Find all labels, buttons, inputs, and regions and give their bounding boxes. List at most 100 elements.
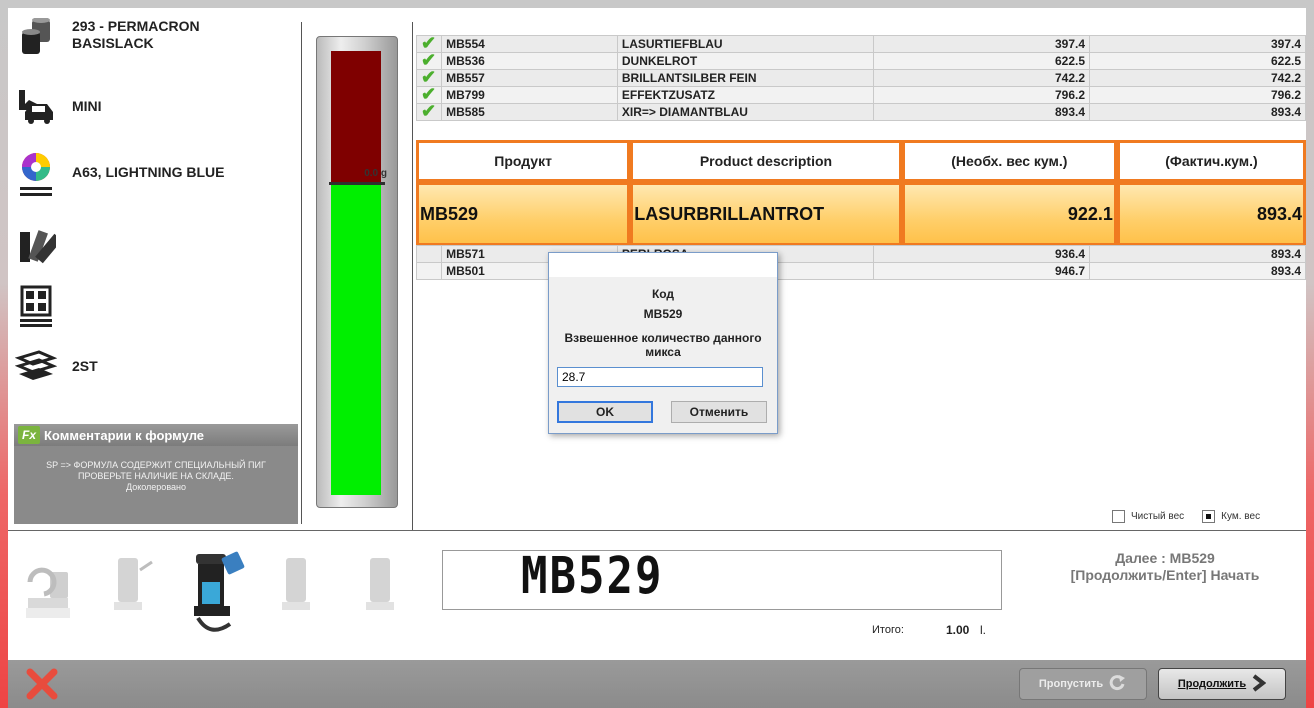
current-required: 922.1 — [901, 182, 1117, 246]
layer-row: 2ST — [14, 346, 98, 386]
gauge-fill — [331, 184, 381, 495]
left-border — [0, 0, 8, 708]
row-description: BRILLANTSILBER FEIN — [616, 69, 875, 87]
comment-line: ПРОВЕРЬТЕ НАЛИЧИЕ НА СКЛАДЕ. — [78, 471, 234, 481]
row-required: 796.2 — [873, 86, 1090, 104]
gauge-target-marker — [329, 182, 385, 185]
quantity-input[interactable] — [557, 367, 763, 387]
fx-icon: Fx — [18, 426, 40, 444]
color-fan-icon — [14, 226, 58, 266]
scale-gauge: 0.0 g — [316, 36, 398, 508]
row-description: XIR=> DIAMANTBLAU — [616, 103, 875, 121]
color-name: A63, LIGHTNING BLUE — [72, 164, 225, 180]
current-product-table: Продукт Product description (Необх. вес … — [416, 140, 1306, 246]
row-marker — [415, 245, 443, 263]
completed-row[interactable]: ✔ MB557 BRILLANTSILBER FEIN 742.2 742.2 — [415, 68, 1306, 87]
layer-name: 2ST — [72, 358, 98, 374]
header-description: Product description — [630, 140, 902, 182]
continue-label: Продолжить — [1177, 678, 1247, 690]
skip-arrow-icon — [1109, 674, 1127, 695]
continue-button[interactable]: Продолжить — [1158, 668, 1286, 700]
dialog-titlebar — [549, 253, 777, 277]
header-product: Продукт — [416, 140, 631, 182]
total-value: 1.00 — [946, 623, 970, 637]
total-label: Итого: — [872, 624, 904, 636]
current-code: MB529 — [416, 182, 631, 246]
code-display-text: MB529 — [521, 547, 664, 606]
quantity-dialog: Код MB529 Взвешенное количество данного … — [548, 252, 778, 434]
header-required: (Необх. вес кум.) — [901, 140, 1117, 182]
formula-comments-header: Fx Комментарии к формуле — [14, 424, 298, 446]
row-required: 893.4 — [873, 103, 1090, 121]
product-name: 293 - PERMACRON BASISLACK — [72, 18, 200, 51]
row-code: MB585 — [441, 103, 618, 121]
row-code: MB536 — [441, 52, 618, 70]
row-actual: 893.4 — [1089, 245, 1306, 263]
step-mix-icon[interactable] — [276, 548, 332, 648]
row-description: DUNKELROT — [616, 52, 875, 70]
checkmark-icon: ✔ — [415, 102, 442, 121]
row-required: 936.4 — [873, 245, 1090, 263]
net-weight-checkbox[interactable] — [1112, 510, 1125, 523]
comment-line: Доколеровано — [126, 482, 186, 492]
vehicle-name: MINI — [72, 98, 102, 114]
row-description: LASURTIEFBLAU — [616, 35, 875, 53]
row-code: MB557 — [441, 69, 618, 87]
step-place-can-icon[interactable] — [104, 548, 160, 648]
net-weight-label: Чистый вес — [1131, 511, 1185, 522]
divider — [301, 22, 302, 524]
step-finish-icon[interactable] — [360, 548, 416, 648]
gauge-value: 0.0 g — [364, 168, 387, 179]
dialog-code-label: Код — [651, 287, 675, 301]
ok-button[interactable]: OK — [557, 401, 653, 423]
dialog-code-value: MB529 — [643, 307, 683, 321]
product-row: 293 - PERMACRON BASISLACK — [14, 18, 232, 58]
color-wheel-icon — [14, 150, 58, 200]
shelf-icon — [14, 285, 58, 327]
paint-cans-icon — [14, 18, 58, 58]
total-unit: l. — [980, 623, 986, 637]
bottom-divider — [8, 530, 1306, 531]
vehicle-row: MINI — [14, 86, 102, 126]
next-product: Далее : MB529 — [1115, 550, 1215, 566]
divider — [412, 22, 413, 530]
chevron-right-icon — [1252, 673, 1267, 695]
next-hint: [Продолжить/Enter] Начать — [1070, 567, 1260, 583]
footer-bar: Пропустить Продолжить — [8, 660, 1306, 708]
cancel-x-icon[interactable] — [26, 668, 58, 705]
formula-comments-panel: Fx Комментарии к формуле SP => ФОРМУЛА С… — [14, 424, 298, 524]
code-display: MB529 — [442, 547, 1002, 610]
completed-row[interactable]: ✔ MB585 XIR=> DIAMANTBLAU 893.4 893.4 — [415, 102, 1306, 121]
row-actual: 796.2 — [1089, 86, 1306, 104]
row-required: 946.7 — [873, 262, 1090, 280]
current-value-row: MB529 LASURBRILLANTROT 922.1 893.4 — [416, 182, 1306, 246]
current-header-row: Продукт Product description (Необх. вес … — [416, 140, 1306, 182]
header-actual: (Фактич.кум.) — [1116, 140, 1306, 182]
completed-row[interactable]: ✔ MB799 EFFEKTZUSATZ 796.2 796.2 — [415, 85, 1306, 104]
step-tare-icon[interactable] — [22, 548, 78, 648]
row-actual: 893.4 — [1089, 262, 1306, 280]
row-actual: 893.4 — [1089, 103, 1306, 121]
row-actual: 622.5 — [1089, 52, 1306, 70]
completed-row[interactable]: ✔ MB554 LASURTIEFBLAU 397.4 397.4 — [415, 34, 1306, 53]
completed-row[interactable]: ✔ MB536 DUNKELROT 622.5 622.5 — [415, 51, 1306, 70]
skip-label: Пропустить — [1038, 678, 1104, 690]
cum-weight-checkbox[interactable] — [1202, 510, 1216, 523]
color-row: A63, LIGHTNING BLUE — [14, 150, 224, 200]
layers-icon — [14, 346, 58, 386]
step-pour-icon[interactable] — [190, 548, 246, 648]
current-actual: 893.4 — [1116, 182, 1306, 246]
formula-comments-text: SP => ФОРМУЛА СОДЕРЖИТ СПЕЦИАЛЬНЫЙ ПИГ П… — [14, 446, 298, 493]
weight-mode: Чистый вес Кум. вес — [1112, 510, 1260, 523]
next-instruction: Далее : MB529 [Продолжить/Enter] Начать — [1030, 550, 1300, 584]
car-icon — [14, 86, 58, 126]
cum-weight-label: Кум. вес — [1221, 511, 1261, 522]
completed-table: ✔ MB554 LASURTIEFBLAU 397.4 397.4 ✔ MB536 DUNKE… — [415, 34, 1306, 121]
storage-row — [14, 285, 58, 327]
row-actual: 397.4 — [1089, 35, 1306, 53]
current-description: LASURBRILLANTROT — [630, 182, 902, 246]
right-border — [1306, 0, 1314, 708]
skip-button[interactable]: Пропустить — [1019, 668, 1147, 700]
dialog-qty-label: Взвешенное количество данного микса — [564, 331, 762, 359]
cancel-button[interactable]: Отменить — [671, 401, 767, 423]
